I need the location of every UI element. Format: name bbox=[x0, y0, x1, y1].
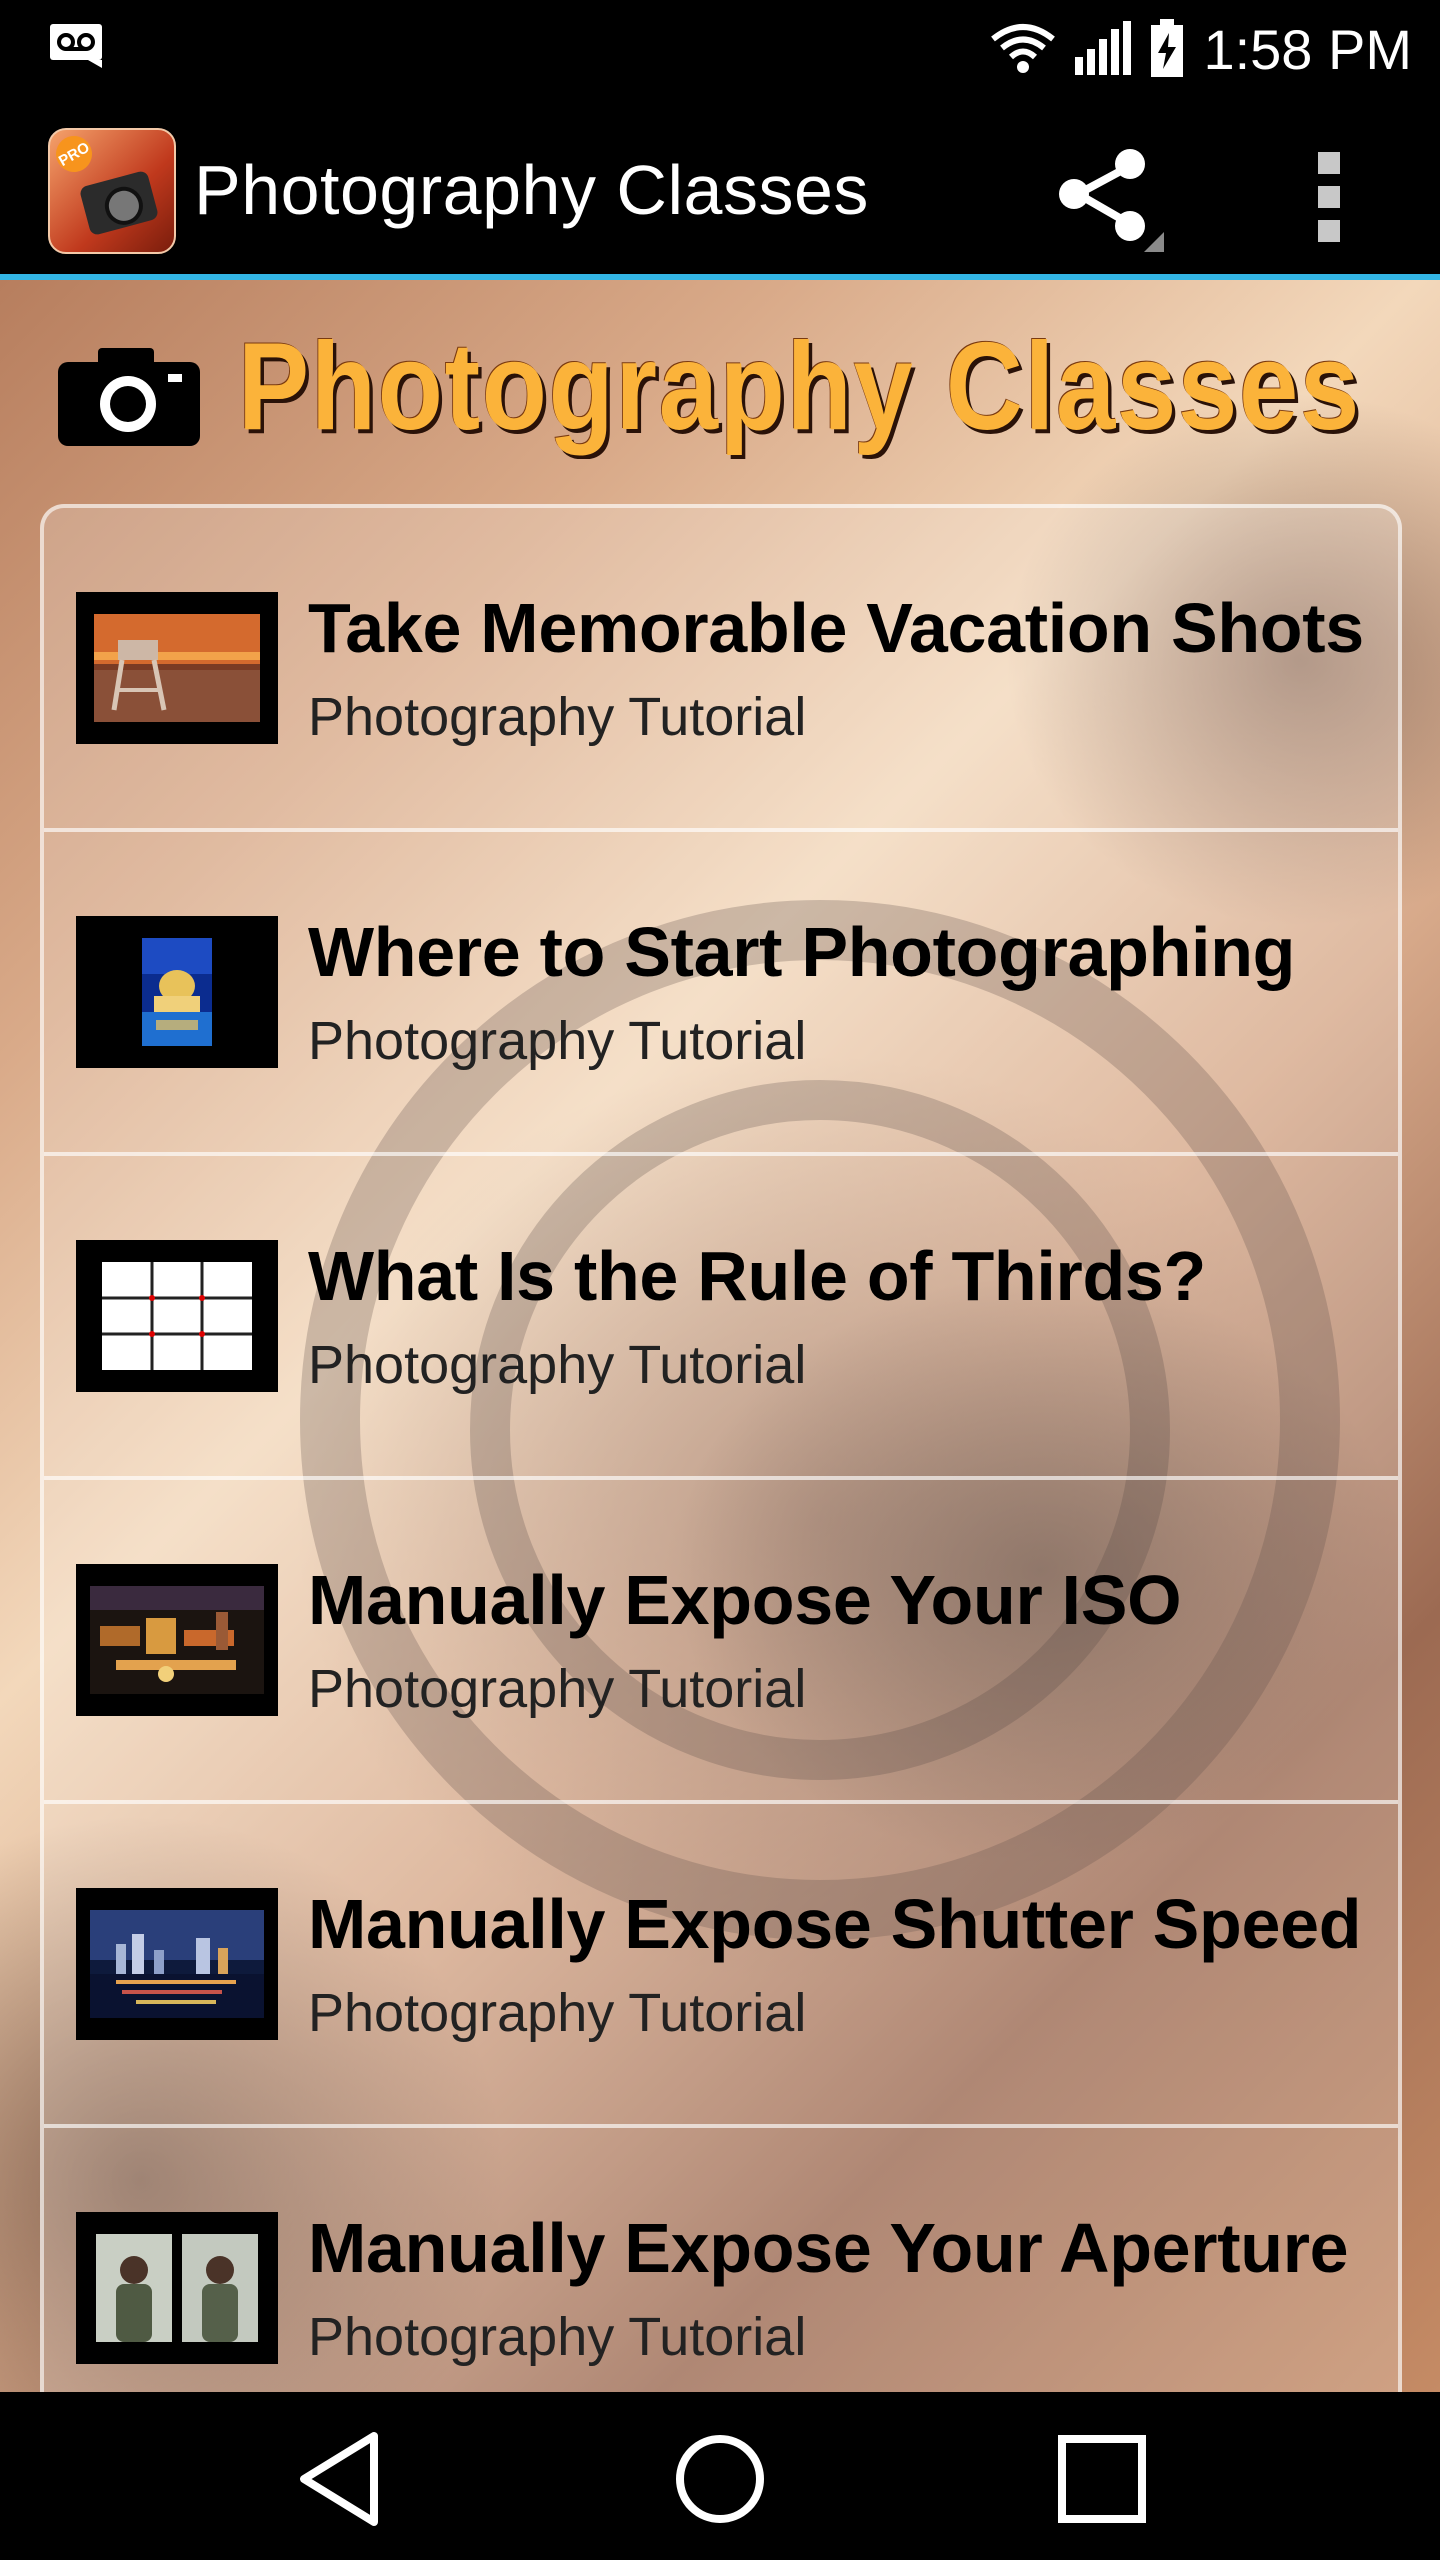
list-item[interactable]: Manually Expose Your Aperture Photograph… bbox=[44, 2128, 1398, 2392]
camera-icon bbox=[58, 348, 200, 446]
app-icon[interactable]: PRO bbox=[48, 128, 176, 254]
voicemail-icon bbox=[50, 24, 102, 68]
wifi-icon bbox=[991, 24, 1056, 73]
lesson-subtitle: Photography Tutorial bbox=[308, 1983, 807, 2043]
lesson-subtitle: Photography Tutorial bbox=[308, 1335, 807, 1395]
lesson-subtitle: Photography Tutorial bbox=[308, 2307, 807, 2367]
capitol-night-reflection-thumbnail bbox=[76, 916, 278, 1068]
lesson-subtitle: Photography Tutorial bbox=[308, 1011, 807, 1071]
pro-badge: PRO bbox=[50, 130, 99, 179]
share-icon[interactable] bbox=[1046, 142, 1166, 252]
lesson-title: Manually Expose Your ISO bbox=[308, 1561, 1182, 1639]
banner-title: Photography Classes bbox=[238, 318, 1362, 456]
rule-of-thirds-grid-thumbnail bbox=[76, 1240, 278, 1392]
lesson-list: Take Memorable Vacation Shots Photograph… bbox=[40, 504, 1402, 2392]
list-item[interactable]: Take Memorable Vacation Shots Photograph… bbox=[44, 508, 1398, 832]
status-bar: 1:58 PM bbox=[0, 0, 1440, 98]
overflow-menu-icon[interactable] bbox=[1296, 146, 1364, 246]
beach-lifeguard-sunset-thumbnail bbox=[76, 592, 278, 744]
lesson-title: Manually Expose Your Aperture bbox=[308, 2209, 1349, 2287]
lesson-title: What Is the Rule of Thirds? bbox=[308, 1237, 1207, 1315]
list-item[interactable]: What Is the Rule of Thirds? Photography … bbox=[44, 1156, 1398, 1480]
skyline-night-reflection-thumbnail bbox=[76, 1888, 278, 2040]
lesson-title: Take Memorable Vacation Shots bbox=[308, 589, 1364, 667]
status-time: 1:58 PM bbox=[1203, 17, 1412, 81]
lesson-subtitle: Photography Tutorial bbox=[308, 687, 807, 747]
app-icon-camera bbox=[78, 169, 160, 237]
battery-charging-icon bbox=[1151, 19, 1184, 77]
city-lights-aerial-thumbnail bbox=[76, 1564, 278, 1716]
list-item[interactable]: Manually Expose Your ISO Photography Tut… bbox=[44, 1480, 1398, 1804]
lesson-subtitle: Photography Tutorial bbox=[308, 1659, 807, 1719]
navigation-bar bbox=[0, 2392, 1440, 2560]
banner: Photography Classes bbox=[56, 316, 1396, 456]
signal-icon bbox=[1075, 21, 1132, 75]
back-icon[interactable] bbox=[270, 2424, 410, 2534]
recents-icon[interactable] bbox=[1032, 2424, 1172, 2534]
lesson-title: Where to Start Photographing bbox=[308, 913, 1296, 991]
list-item[interactable]: Manually Expose Shutter Speed Photograph… bbox=[44, 1804, 1398, 2128]
list-item[interactable]: Where to Start Photographing Photography… bbox=[44, 832, 1398, 1156]
two-portraits-thumbnail bbox=[76, 2212, 278, 2364]
action-bar: PRO Photography Classes bbox=[0, 98, 1440, 280]
home-icon[interactable] bbox=[650, 2424, 790, 2534]
lesson-title: Manually Expose Shutter Speed bbox=[308, 1885, 1362, 1963]
app-title: Photography Classes bbox=[194, 151, 869, 229]
content-area: Photography Classes Take Memorable Vacat… bbox=[0, 280, 1440, 2392]
